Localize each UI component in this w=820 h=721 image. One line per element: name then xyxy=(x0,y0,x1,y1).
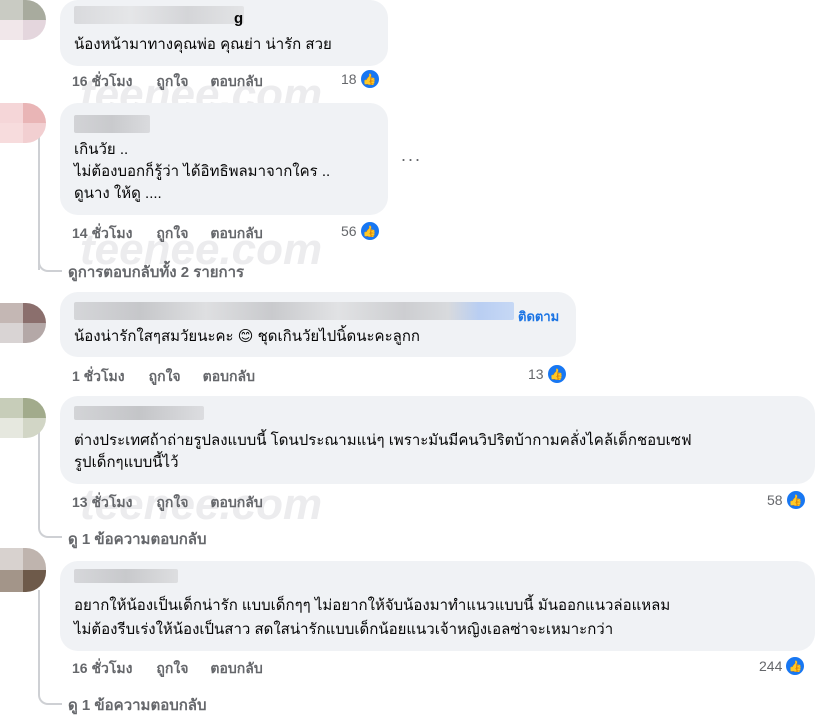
comment-text: เกินวัย .. xyxy=(74,141,129,158)
thumbs-up-icon: 👍 xyxy=(359,69,380,89)
reaction-count[interactable]: 244 👍 xyxy=(759,656,806,676)
thread-hook xyxy=(38,683,62,705)
reaction-count[interactable]: 56 👍 xyxy=(341,221,380,241)
comment-time[interactable]: 14 ชั่วโมง xyxy=(72,223,132,245)
comment-text: ไม่ต้องบอกก็รู้ว่า ได้อิทธิพลมาจากใคร .. xyxy=(74,163,331,180)
comment-text: ต่างประเทศถ้าถ่ายรูปลงแบบนี้ โดนประณามแน… xyxy=(74,432,692,449)
reaction-number: 244 xyxy=(759,658,783,674)
comment-text: รูปเด็กๆแบบนี้ไว้ xyxy=(74,454,179,471)
comment-time[interactable]: 13 ชั่วโมง xyxy=(72,492,132,514)
reply-button[interactable]: ตอบกลับ xyxy=(203,366,255,388)
reaction-count[interactable]: 18 👍 xyxy=(341,69,380,89)
blurred-author-name[interactable] xyxy=(74,569,178,583)
blurred-author-name[interactable] xyxy=(74,302,514,320)
comment-bubble: g น้องหน้ามาทางคุณพ่อ คุณย่า น่ารัก สวย xyxy=(60,0,388,66)
comment-bubble: ต่างประเทศถ้าถ่ายรูปลงแบบนี้ โดนประณามแน… xyxy=(60,396,815,484)
view-replies-link[interactable]: ดู 1 ข้อความตอบกลับ xyxy=(68,693,207,717)
comment-time[interactable]: 1 ชั่วโมง xyxy=(72,366,125,388)
comment-text: น้องหน้ามาทางคุณพ่อ คุณย่า น่ารัก สวย xyxy=(74,36,332,53)
like-button[interactable]: ถูกใจ xyxy=(156,492,188,514)
thumbs-up-icon: 👍 xyxy=(546,364,567,384)
view-replies-link[interactable]: ดูการตอบกลับทั้ง 2 รายการ xyxy=(68,260,244,284)
reply-button[interactable]: ตอบกลับ xyxy=(210,71,262,93)
avatar[interactable] xyxy=(0,398,46,438)
author-name-fragment: g xyxy=(234,10,244,27)
avatar[interactable] xyxy=(0,303,46,343)
comment-bubble: เกินวัย .. ไม่ต้องบอกก็รู้ว่า ได้อิทธิพล… xyxy=(60,103,388,215)
comment-bubble: อยากให้น้องเป็นเด็กน่ารัก แบบเด็กๆๆ ไม่อ… xyxy=(60,561,815,651)
like-button[interactable]: ถูกใจ xyxy=(156,658,188,680)
avatar[interactable] xyxy=(0,548,46,592)
comment-actions: 13 ชั่วโมง ถูกใจ ตอบกลับ xyxy=(72,492,263,514)
comment-actions: 1 ชั่วโมง ถูกใจ ตอบกลับ xyxy=(72,366,255,388)
like-button[interactable]: ถูกใจ xyxy=(156,223,188,245)
comment-text: ดูนาง ให้ดู .... xyxy=(74,185,162,202)
view-replies-link[interactable]: ดู 1 ข้อความตอบกลับ xyxy=(68,527,207,551)
comment-text: น้องน่ารักใสๆสมวัยนะคะ 😊 ชุดเกินวัยไปนิ้… xyxy=(74,328,420,345)
follow-button[interactable]: ติดตาม xyxy=(518,306,559,327)
reaction-count[interactable]: 13 👍 xyxy=(528,364,567,384)
blurred-author-name[interactable] xyxy=(74,115,150,133)
reply-button[interactable]: ตอบกลับ xyxy=(210,658,262,680)
comment-actions: 14 ชั่วโมง ถูกใจ ตอบกลับ xyxy=(72,223,263,245)
thumbs-up-icon: 👍 xyxy=(785,656,806,676)
thread-hook xyxy=(38,518,62,538)
avatar[interactable] xyxy=(0,0,46,40)
reaction-number: 56 xyxy=(341,223,357,239)
reaction-count[interactable]: 58 👍 xyxy=(767,490,806,510)
more-dots-icon[interactable]: ... xyxy=(401,145,422,166)
comment-text: ไม่ต้องรีบเร่งให้น้องเป็นสาว สดใสน่ารักแ… xyxy=(74,621,614,638)
like-button[interactable]: ถูกใจ xyxy=(156,71,188,93)
blurred-author-name[interactable] xyxy=(74,406,204,420)
reply-button[interactable]: ตอบกลับ xyxy=(210,492,262,514)
comment-time[interactable]: 16 ชั่วโมง xyxy=(72,71,132,93)
comment-text: อยากให้น้องเป็นเด็กน่ารัก แบบเด็กๆๆ ไม่อ… xyxy=(74,597,671,614)
like-button[interactable]: ถูกใจ xyxy=(149,366,181,388)
blurred-author-name[interactable] xyxy=(74,6,244,24)
reaction-number: 13 xyxy=(528,366,544,382)
comment-time[interactable]: 16 ชั่วโมง xyxy=(72,658,132,680)
comment-actions: 16 ชั่วโมง ถูกใจ ตอบกลับ xyxy=(72,71,263,93)
thread-hook xyxy=(38,250,62,272)
thread-line xyxy=(38,590,40,685)
reaction-number: 58 xyxy=(767,492,783,508)
thumbs-up-icon: 👍 xyxy=(359,221,380,241)
thumbs-up-icon: 👍 xyxy=(785,490,806,510)
reaction-number: 18 xyxy=(341,71,357,87)
reply-button[interactable]: ตอบกลับ xyxy=(210,223,262,245)
comment-bubble: ติดตาม น้องน่ารักใสๆสมวัยนะคะ 😊 ชุดเกินว… xyxy=(60,292,576,357)
comment-actions: 16 ชั่วโมง ถูกใจ ตอบกลับ xyxy=(72,658,263,680)
avatar[interactable] xyxy=(0,103,46,143)
